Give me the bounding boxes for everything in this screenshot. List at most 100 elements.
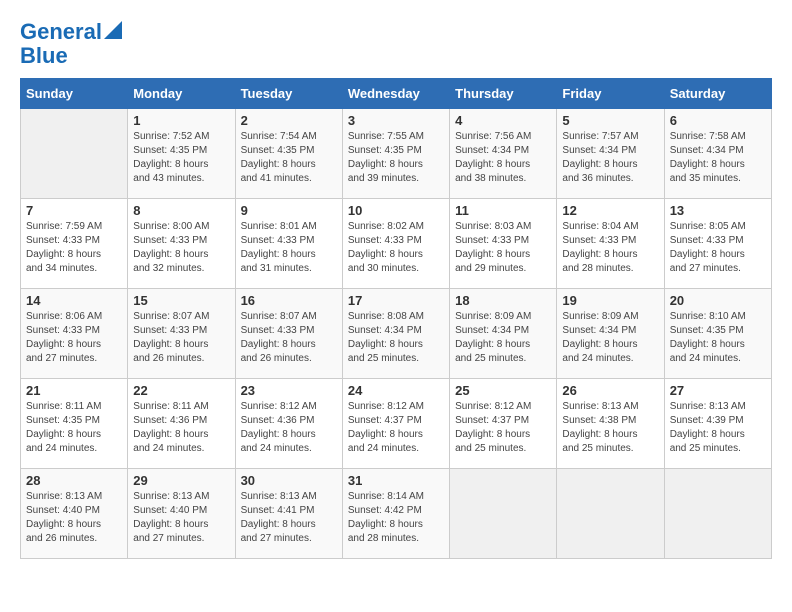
calendar-week-row: 1Sunrise: 7:52 AM Sunset: 4:35 PM Daylig… [21, 109, 772, 199]
day-number: 20 [670, 293, 766, 308]
day-info: Sunrise: 8:12 AM Sunset: 4:37 PM Dayligh… [455, 400, 551, 456]
calendar-day-cell [664, 469, 771, 559]
day-number: 9 [241, 203, 337, 218]
day-info: Sunrise: 7:52 AM Sunset: 4:35 PM Dayligh… [133, 130, 229, 186]
day-number: 31 [348, 473, 444, 488]
logo-arrow-icon [104, 21, 122, 39]
day-number: 24 [348, 383, 444, 398]
day-number: 15 [133, 293, 229, 308]
day-number: 12 [562, 203, 658, 218]
day-info: Sunrise: 8:13 AM Sunset: 4:38 PM Dayligh… [562, 400, 658, 456]
calendar-week-row: 14 Sunrise: 8:06 AM Sunset: 4:33 PM Dayli… [21, 289, 772, 379]
calendar-day-cell: 14 Sunrise: 8:06 AM Sunset: 4:33 PM Dayli… [21, 289, 128, 379]
day-number: 10 [348, 203, 444, 218]
calendar-day-cell [557, 469, 664, 559]
day-number: 8 [133, 203, 229, 218]
day-number: 17 [348, 293, 444, 308]
calendar-day-cell: 27Sunrise: 8:13 AM Sunset: 4:39 PM Dayli… [664, 379, 771, 469]
day-number: 26 [562, 383, 658, 398]
calendar-week-row: 28 Sunrise: 8:13 AM Sunset: 4:40 PM Dayli… [21, 469, 772, 559]
day-number: 3 [348, 113, 444, 128]
day-info: Sunrise: 8:12 AM Sunset: 4:37 PM Dayligh… [348, 400, 444, 456]
calendar-day-cell: 23Sunrise: 8:12 AM Sunset: 4:36 PM Dayli… [235, 379, 342, 469]
calendar-day-cell: 20 Sunrise: 8:10 AM Sunset: 4:35 PM Dayli… [664, 289, 771, 379]
day-number: 27 [670, 383, 766, 398]
day-info: Sunrise: 8:02 AM Sunset: 4:33 PM Dayligh… [348, 220, 444, 276]
day-of-week-header: Tuesday [235, 79, 342, 109]
logo-text: General [20, 20, 102, 44]
logo: General Blue [20, 20, 122, 68]
day-info: Sunrise: 8:13 AM Sunset: 4:40 PM Dayligh… [133, 490, 229, 546]
calendar-day-cell: 18 Sunrise: 8:09 AM Sunset: 4:34 PM Dayli… [450, 289, 557, 379]
day-info: Sunrise: 8:01 AM Sunset: 4:33 PM Dayligh… [241, 220, 337, 276]
calendar-day-cell: 4 Sunrise: 7:56 AM Sunset: 4:34 PM Daylig… [450, 109, 557, 199]
day-number: 19 [562, 293, 658, 308]
calendar-day-cell: 10 Sunrise: 8:02 AM Sunset: 4:33 PM Dayli… [342, 199, 449, 289]
day-info: Sunrise: 8:05 AM Sunset: 4:33 PM Dayligh… [670, 220, 766, 276]
day-info: Sunrise: 8:10 AM Sunset: 4:35 PM Dayligh… [670, 310, 766, 366]
calendar-day-cell: 19 Sunrise: 8:09 AM Sunset: 4:34 PM Dayli… [557, 289, 664, 379]
calendar-day-cell: 5 Sunrise: 7:57 AM Sunset: 4:34 PM Daylig… [557, 109, 664, 199]
day-of-week-header: Monday [128, 79, 235, 109]
calendar-day-cell [21, 109, 128, 199]
calendar-day-cell: 9 Sunrise: 8:01 AM Sunset: 4:33 PM Daylig… [235, 199, 342, 289]
calendar-body: 1Sunrise: 7:52 AM Sunset: 4:35 PM Daylig… [21, 109, 772, 559]
day-info: Sunrise: 8:11 AM Sunset: 4:36 PM Dayligh… [133, 400, 229, 456]
day-info: Sunrise: 7:59 AM Sunset: 4:33 PM Dayligh… [26, 220, 122, 276]
day-number: 7 [26, 203, 122, 218]
calendar-week-row: 21 Sunrise: 8:11 AM Sunset: 4:35 PM Dayli… [21, 379, 772, 469]
day-info: Sunrise: 8:11 AM Sunset: 4:35 PM Dayligh… [26, 400, 122, 456]
calendar-day-cell: 15 Sunrise: 8:07 AM Sunset: 4:33 PM Dayli… [128, 289, 235, 379]
day-info: Sunrise: 8:06 AM Sunset: 4:33 PM Dayligh… [26, 310, 122, 366]
day-info: Sunrise: 8:07 AM Sunset: 4:33 PM Dayligh… [241, 310, 337, 366]
day-number: 21 [26, 383, 122, 398]
day-info: Sunrise: 8:09 AM Sunset: 4:34 PM Dayligh… [455, 310, 551, 366]
calendar-day-cell: 7 Sunrise: 7:59 AM Sunset: 4:33 PM Daylig… [21, 199, 128, 289]
day-info: Sunrise: 8:09 AM Sunset: 4:34 PM Dayligh… [562, 310, 658, 366]
day-of-week-header: Thursday [450, 79, 557, 109]
day-info: Sunrise: 8:03 AM Sunset: 4:33 PM Dayligh… [455, 220, 551, 276]
day-info: Sunrise: 7:55 AM Sunset: 4:35 PM Dayligh… [348, 130, 444, 186]
day-of-week-header: Saturday [664, 79, 771, 109]
day-info: Sunrise: 8:12 AM Sunset: 4:36 PM Dayligh… [241, 400, 337, 456]
day-info: Sunrise: 7:56 AM Sunset: 4:34 PM Dayligh… [455, 130, 551, 186]
calendar-day-cell: 3 Sunrise: 7:55 AM Sunset: 4:35 PM Daylig… [342, 109, 449, 199]
day-info: Sunrise: 8:14 AM Sunset: 4:42 PM Dayligh… [348, 490, 444, 546]
calendar-day-cell: 29 Sunrise: 8:13 AM Sunset: 4:40 PM Dayli… [128, 469, 235, 559]
day-number: 2 [241, 113, 337, 128]
day-number: 6 [670, 113, 766, 128]
calendar-day-cell: 28 Sunrise: 8:13 AM Sunset: 4:40 PM Dayli… [21, 469, 128, 559]
calendar-day-cell: 13 Sunrise: 8:05 AM Sunset: 4:33 PM Dayli… [664, 199, 771, 289]
calendar-day-cell: 6 Sunrise: 7:58 AM Sunset: 4:34 PM Daylig… [664, 109, 771, 199]
calendar-table: SundayMondayTuesdayWednesdayThursdayFrid… [20, 78, 772, 559]
day-number: 29 [133, 473, 229, 488]
day-number: 28 [26, 473, 122, 488]
day-number: 25 [455, 383, 551, 398]
day-info: Sunrise: 8:13 AM Sunset: 4:41 PM Dayligh… [241, 490, 337, 546]
day-info: Sunrise: 7:57 AM Sunset: 4:34 PM Dayligh… [562, 130, 658, 186]
calendar-day-cell: 21 Sunrise: 8:11 AM Sunset: 4:35 PM Dayli… [21, 379, 128, 469]
day-info: Sunrise: 7:54 AM Sunset: 4:35 PM Dayligh… [241, 130, 337, 186]
logo-blue-text: Blue [20, 44, 68, 68]
day-number: 4 [455, 113, 551, 128]
day-info: Sunrise: 8:13 AM Sunset: 4:40 PM Dayligh… [26, 490, 122, 546]
day-number: 16 [241, 293, 337, 308]
calendar-day-cell: 12Sunrise: 8:04 AM Sunset: 4:33 PM Dayli… [557, 199, 664, 289]
day-info: Sunrise: 8:07 AM Sunset: 4:33 PM Dayligh… [133, 310, 229, 366]
calendar-day-cell: 16 Sunrise: 8:07 AM Sunset: 4:33 PM Dayli… [235, 289, 342, 379]
calendar-week-row: 7 Sunrise: 7:59 AM Sunset: 4:33 PM Daylig… [21, 199, 772, 289]
calendar-day-cell [450, 469, 557, 559]
calendar-day-cell: 2 Sunrise: 7:54 AM Sunset: 4:35 PM Daylig… [235, 109, 342, 199]
day-info: Sunrise: 7:58 AM Sunset: 4:34 PM Dayligh… [670, 130, 766, 186]
calendar-day-cell: 31 Sunrise: 8:14 AM Sunset: 4:42 PM Dayli… [342, 469, 449, 559]
calendar-header-row: SundayMondayTuesdayWednesdayThursdayFrid… [21, 79, 772, 109]
day-number: 14 [26, 293, 122, 308]
calendar-day-cell: 11Sunrise: 8:03 AM Sunset: 4:33 PM Dayli… [450, 199, 557, 289]
day-of-week-header: Sunday [21, 79, 128, 109]
day-number: 30 [241, 473, 337, 488]
day-number: 18 [455, 293, 551, 308]
calendar-day-cell: 25 Sunrise: 8:12 AM Sunset: 4:37 PM Dayli… [450, 379, 557, 469]
day-of-week-header: Friday [557, 79, 664, 109]
day-number: 5 [562, 113, 658, 128]
day-number: 13 [670, 203, 766, 218]
